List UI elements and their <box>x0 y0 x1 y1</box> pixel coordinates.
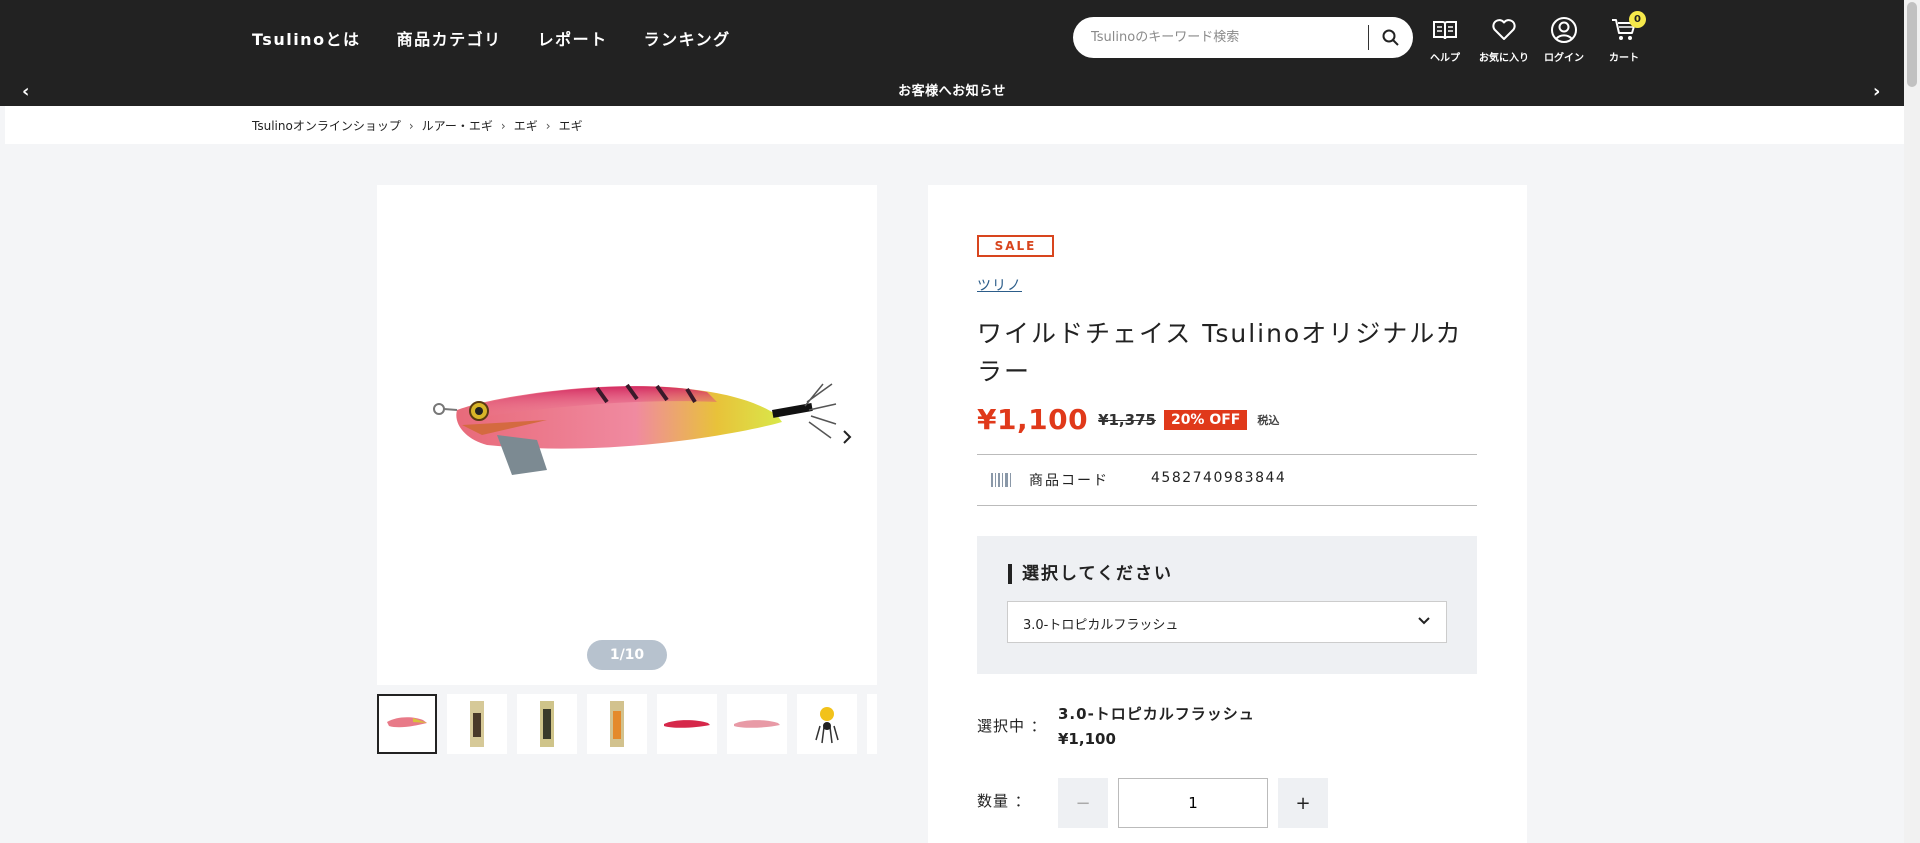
thumbnail-3[interactable] <box>517 694 577 754</box>
sale-badge: SALE <box>977 235 1054 257</box>
quantity-decrease-button[interactable]: − <box>1058 778 1108 828</box>
cart-count-badge: 0 <box>1629 11 1646 28</box>
breadcrumb-egi[interactable]: エギ <box>514 117 538 134</box>
help-label: ヘルプ <box>1430 53 1460 64</box>
nav-categories[interactable]: 商品カテゴリ <box>397 26 502 50</box>
thumbnail-4[interactable] <box>587 694 647 754</box>
breadcrumb-separator: › <box>545 118 551 133</box>
selected-label: 選択中 ： <box>977 717 1047 735</box>
package-image <box>540 701 554 747</box>
quantity-label: 数量 ： <box>977 792 1031 810</box>
quantity-increase-button[interactable]: + <box>1278 778 1328 828</box>
page-scrollbar[interactable] <box>1904 0 1920 843</box>
squid-jig-image <box>433 383 837 475</box>
user-icon <box>1551 17 1577 43</box>
variant-selector: 選択してください 3.0-トロピカルフラッシュ <box>977 536 1477 674</box>
gallery-next-button[interactable] <box>832 422 862 452</box>
main-nav: Tsulinoとは 商品カテゴリ レポート ランキング <box>252 26 731 50</box>
breadcrumb-separator: › <box>408 118 414 133</box>
nav-about[interactable]: Tsulinoとは <box>252 26 361 50</box>
product-title: ワイルドチェイス Tsulinoオリジナルカラー <box>977 319 1463 386</box>
product-image-main[interactable]: 1/10 <box>377 185 877 685</box>
variant-dropdown[interactable]: 3.0-トロピカルフラッシュ <box>1007 601 1447 643</box>
brand-link[interactable]: ツリノ <box>977 275 1022 295</box>
breadcrumb: Tsulinoオンラインショップ › ルアー・エギ › エギ › エギ <box>5 106 1904 144</box>
search-icon <box>1382 29 1399 46</box>
tax-label: 税込 <box>1257 413 1280 427</box>
favorites-link[interactable]: お気に入り <box>1477 14 1531 64</box>
nav-report[interactable]: レポート <box>538 26 608 50</box>
chevron-right-icon <box>843 430 852 444</box>
notice-next-arrow[interactable]: › <box>1873 80 1880 104</box>
favorites-label: お気に入り <box>1479 53 1529 64</box>
price-row: ¥1,100 ¥1,375 20% OFF 税込 <box>977 403 1279 436</box>
search-bar <box>1073 17 1413 58</box>
selected-variant-name: 3.0-トロピカルフラッシュ <box>1058 705 1255 723</box>
nav-ranking[interactable]: ランキング <box>644 26 731 50</box>
site-header: Tsulinoとは 商品カテゴリ レポート ランキング ヘルプ お気に入り ログ… <box>0 0 1904 106</box>
thumbnail-strip <box>377 694 877 754</box>
barcode-icon <box>991 473 1011 487</box>
package-image <box>610 701 624 747</box>
login-label: ログイン <box>1544 53 1584 64</box>
search-input[interactable] <box>1091 26 1381 48</box>
login-link[interactable]: ログイン <box>1537 14 1591 64</box>
thumbnail-2[interactable] <box>447 694 507 754</box>
breadcrumb-current: エギ <box>558 119 583 133</box>
chevron-down-icon <box>1418 617 1430 625</box>
selected-variant-price: ¥1,100 <box>1058 730 1116 748</box>
package-image <box>470 701 484 747</box>
heart-icon <box>1492 19 1516 40</box>
jig-side-image <box>664 720 710 728</box>
variant-dropdown-value: 3.0-トロピカルフラッシュ <box>1023 618 1179 633</box>
product-code-label: 商品コード <box>1029 473 1109 489</box>
product-info-panel: SALE ツリノ ワイルドチェイス Tsulinoオリジナルカラー ¥1,100… <box>928 185 1527 843</box>
product-code-row: 商品コード 4582740983844 <box>977 454 1477 506</box>
cart-link[interactable]: 0 カート <box>1597 11 1651 64</box>
jig-front-image <box>815 707 839 744</box>
product-code-value: 4582740983844 <box>1151 470 1287 486</box>
jig-side-image <box>734 720 780 728</box>
help-link[interactable]: ヘルプ <box>1418 14 1472 64</box>
variant-heading: 選択してください <box>1008 564 1173 584</box>
cart-label: カート <box>1609 53 1639 64</box>
sale-price: ¥1,100 <box>977 403 1089 436</box>
thumbnail-7[interactable] <box>797 694 857 754</box>
breadcrumb-lure[interactable]: ルアー・エギ <box>422 117 493 134</box>
thumbnail-jig-image <box>387 717 427 728</box>
breadcrumb-home[interactable]: Tsulinoオンラインショップ <box>252 117 401 134</box>
thumbnail-5[interactable] <box>657 694 717 754</box>
thumbnail-1[interactable] <box>377 694 437 754</box>
thumbnail-6[interactable] <box>727 694 787 754</box>
scrollbar-thumb[interactable] <box>1907 2 1917 87</box>
original-price: ¥1,375 <box>1098 410 1156 429</box>
breadcrumb-separator: › <box>500 118 506 133</box>
search-button[interactable] <box>1375 23 1405 52</box>
gallery-pager: 1/10 <box>587 640 667 670</box>
thumbnail-8[interactable] <box>867 694 877 754</box>
discount-badge: 20% OFF <box>1163 409 1248 430</box>
quantity-input[interactable] <box>1118 778 1268 828</box>
notice-text[interactable]: お客様へお知らせ <box>0 80 1904 99</box>
help-icon <box>1433 21 1457 40</box>
search-divider <box>1368 25 1369 50</box>
